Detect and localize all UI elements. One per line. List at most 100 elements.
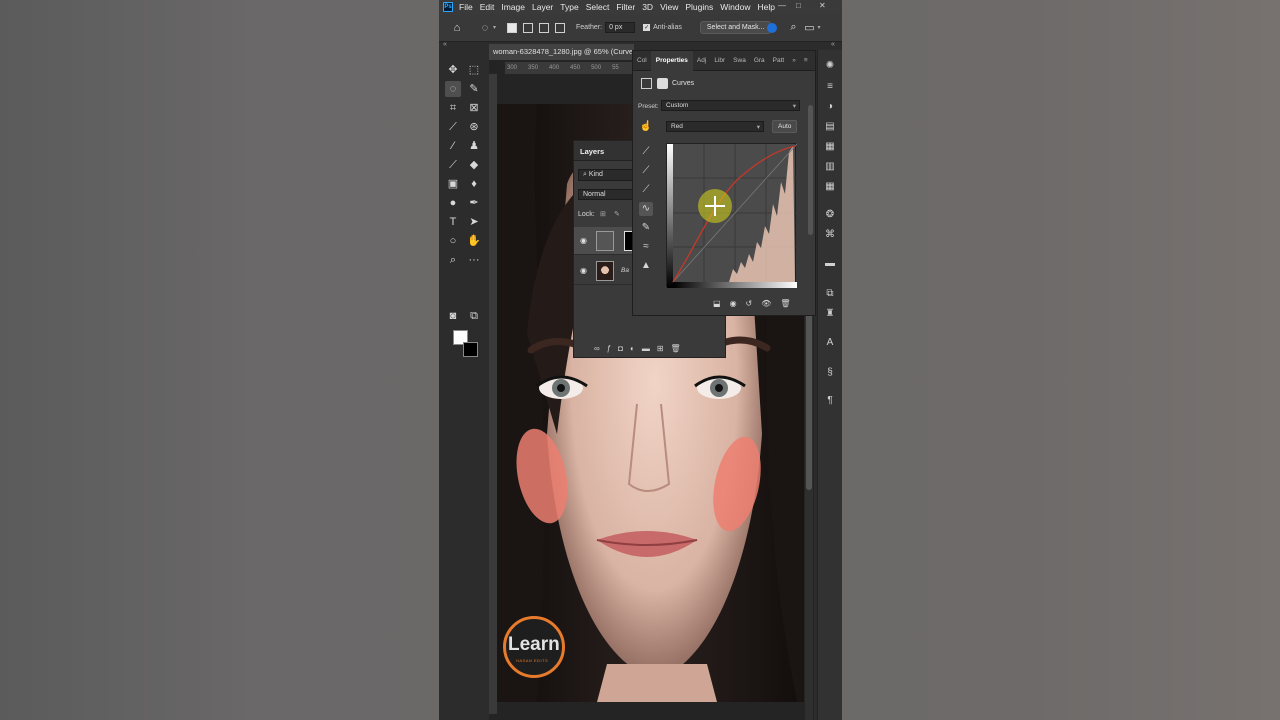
marquee-tool-icon[interactable]: ⬚: [466, 62, 482, 78]
visibility-icon[interactable]: 👁: [761, 299, 771, 308]
actions-icon[interactable]: ♜: [823, 307, 837, 321]
paths-icon[interactable]: ⌘: [823, 228, 837, 242]
eye-icon[interactable]: ◉: [580, 236, 587, 245]
menu-window[interactable]: Window: [720, 2, 750, 12]
pencil-draw-icon[interactable]: ✎: [639, 221, 653, 235]
select-and-mask-button[interactable]: Select and Mask...: [699, 21, 772, 34]
eye-icon[interactable]: ◉: [580, 266, 587, 275]
path-select-icon[interactable]: ➤: [466, 214, 482, 230]
menu-plugins[interactable]: Plugins: [685, 2, 713, 12]
tab-properties[interactable]: Properties: [650, 50, 693, 71]
channels-icon[interactable]: ❂: [823, 208, 837, 222]
tab-libraries[interactable]: Libr: [710, 57, 729, 64]
zoom-tool-icon[interactable]: ⌕: [445, 252, 461, 268]
history-icon[interactable]: ⧉: [823, 287, 837, 301]
clip-to-layer-icon[interactable]: ⬓: [713, 299, 721, 308]
close-icon[interactable]: ✕: [819, 1, 826, 10]
history-brush-icon[interactable]: ⟋: [445, 157, 461, 173]
layer-filter-kind[interactable]: ⌕ Kind: [578, 169, 636, 181]
panel-menu-icon[interactable]: ≡: [800, 57, 812, 64]
color-icon[interactable]: ◑: [823, 100, 837, 114]
dodge-tool-icon[interactable]: ●: [445, 195, 461, 211]
screen-mode-icon[interactable]: ⧉: [466, 308, 482, 324]
group-icon[interactable]: ▬: [642, 344, 650, 353]
lock-position-icon[interactable]: ✎: [614, 210, 620, 218]
view-previous-icon[interactable]: ◉: [730, 299, 737, 308]
frame-tool-icon[interactable]: ⊠: [466, 100, 482, 116]
home-icon[interactable]: ⌂: [449, 22, 465, 34]
black-point-eyedropper-icon[interactable]: ⟋: [639, 145, 653, 159]
adjustment-icon[interactable]: ◐: [630, 344, 635, 353]
link-icon[interactable]: ∞: [594, 344, 600, 353]
menu-image[interactable]: Image: [501, 2, 525, 12]
eyedropper-icon[interactable]: ⟋: [445, 119, 461, 135]
blur-tool-icon[interactable]: ♦: [466, 176, 482, 192]
swatches-icon[interactable]: ▦: [823, 140, 837, 154]
new-selection-icon[interactable]: [507, 22, 518, 33]
auto-button[interactable]: Auto: [772, 120, 798, 133]
curves-graph[interactable]: [666, 143, 798, 288]
gradients-icon[interactable]: ▥: [823, 160, 837, 174]
workspace-icon[interactable]: ▭: [801, 21, 817, 34]
new-layer-icon[interactable]: ⊞: [657, 344, 664, 353]
more-tabs-icon[interactable]: »: [788, 57, 800, 64]
gray-point-eyedropper-icon[interactable]: ⟋: [639, 164, 653, 178]
clipping-warning-icon[interactable]: ▲: [639, 259, 653, 273]
menu-select[interactable]: Select: [586, 2, 610, 12]
menu-view[interactable]: View: [660, 2, 678, 12]
restore-icon[interactable]: □: [796, 1, 801, 10]
character-icon[interactable]: A: [823, 336, 837, 350]
menu-edit[interactable]: Edit: [480, 2, 495, 12]
lock-pixels-icon[interactable]: ⊞: [600, 210, 606, 218]
antialias-checkbox[interactable]: ✓: [643, 24, 651, 31]
tab-adjustments[interactable]: Adj: [693, 57, 710, 64]
quick-select-icon[interactable]: ✎: [466, 81, 482, 97]
add-selection-icon[interactable]: [523, 22, 534, 33]
adjustments-sliders-icon[interactable]: ≡: [823, 80, 837, 94]
menu-3d[interactable]: 3D: [642, 2, 653, 12]
lasso-tool-icon[interactable]: ◌: [477, 22, 493, 34]
chevron-down-icon[interactable]: ▾: [493, 24, 496, 31]
on-image-adjust-icon[interactable]: ☝: [639, 120, 653, 134]
brush-tool-icon[interactable]: ⁄: [445, 138, 461, 154]
menu-filter[interactable]: Filter: [616, 2, 635, 12]
hand-tool-icon[interactable]: ✋: [466, 233, 482, 249]
patterns-icon[interactable]: ▦: [823, 180, 837, 194]
tab-gradients[interactable]: Gra: [750, 57, 769, 64]
properties-scrollbar[interactable]: [808, 105, 813, 235]
eraser-tool-icon[interactable]: ◆: [466, 157, 482, 173]
feather-input[interactable]: 0 px: [605, 22, 636, 33]
delete-icon[interactable]: 🗑: [780, 299, 790, 308]
move-tool-icon[interactable]: ✥: [445, 62, 461, 78]
spot-heal-icon[interactable]: ⊛: [466, 119, 482, 135]
comments-icon[interactable]: ▬: [823, 257, 837, 271]
lasso-tool-icon[interactable]: ◌: [445, 81, 461, 97]
workspace-chevron-icon[interactable]: ▾: [817, 24, 820, 31]
paragraph-icon[interactable]: ¶: [823, 394, 837, 408]
type-tool-icon[interactable]: T: [445, 214, 461, 230]
smooth-curve-icon[interactable]: ≈: [639, 240, 653, 254]
tab-patterns[interactable]: Patt: [769, 57, 789, 64]
minimize-icon[interactable]: —: [778, 1, 786, 10]
menu-type[interactable]: Type: [560, 2, 578, 12]
fx-icon[interactable]: ƒ: [607, 344, 611, 353]
background-color-swatch[interactable]: [463, 342, 478, 357]
menu-help[interactable]: Help: [757, 2, 774, 12]
channel-select[interactable]: Red ▾: [666, 121, 764, 132]
white-point-eyedropper-icon[interactable]: ⟋: [639, 183, 653, 197]
tab-color[interactable]: Col: [633, 57, 651, 64]
stamp-tool-icon[interactable]: ♟: [466, 138, 482, 154]
intersect-selection-icon[interactable]: [555, 22, 566, 33]
brush-settings-icon[interactable]: §: [823, 366, 837, 380]
reset-icon[interactable]: ↺: [746, 299, 753, 308]
collapse-left-icon[interactable]: «: [443, 41, 447, 48]
tab-swatches[interactable]: Swa: [729, 57, 750, 64]
ellipse-tool-icon[interactable]: ○: [445, 233, 461, 249]
document-tab[interactable]: woman-6328478_1280.jpg @ 65% (Curve: [489, 44, 634, 60]
mask-icon[interactable]: [657, 78, 668, 89]
crop-tool-icon[interactable]: ⌗: [445, 100, 461, 116]
collapse-right-icon[interactable]: «: [831, 41, 835, 48]
quick-mask-icon[interactable]: ◙: [445, 308, 461, 324]
learn-icon[interactable]: ✺: [823, 59, 837, 73]
subtract-selection-icon[interactable]: [539, 22, 550, 33]
